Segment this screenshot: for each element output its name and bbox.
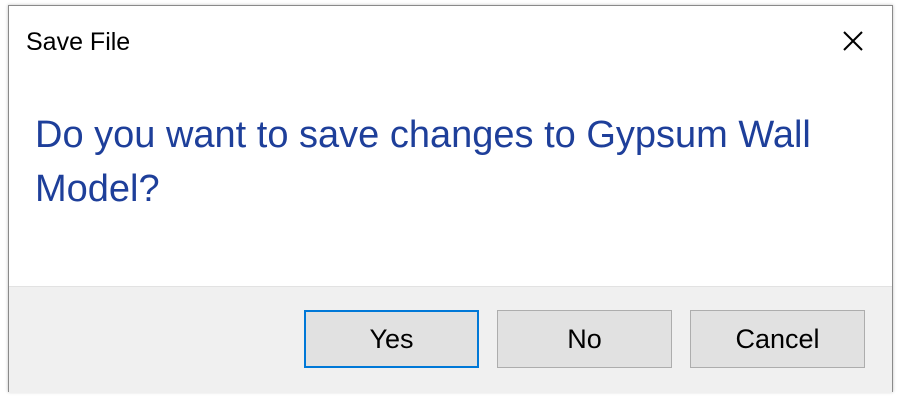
save-file-dialog: Save File Do you want to save changes to… — [8, 5, 893, 393]
dialog-title: Save File — [26, 28, 131, 56]
close-icon — [843, 31, 863, 51]
yes-button[interactable]: Yes — [304, 310, 479, 368]
button-bar: Yes No Cancel — [9, 286, 892, 393]
title-bar: Save File — [9, 6, 892, 76]
no-button[interactable]: No — [497, 310, 672, 368]
dialog-content: Do you want to save changes to Gypsum Wa… — [9, 76, 892, 286]
close-button[interactable] — [832, 22, 874, 60]
confirmation-message: Do you want to save changes to Gypsum Wa… — [35, 114, 811, 210]
cancel-button[interactable]: Cancel — [690, 310, 865, 368]
